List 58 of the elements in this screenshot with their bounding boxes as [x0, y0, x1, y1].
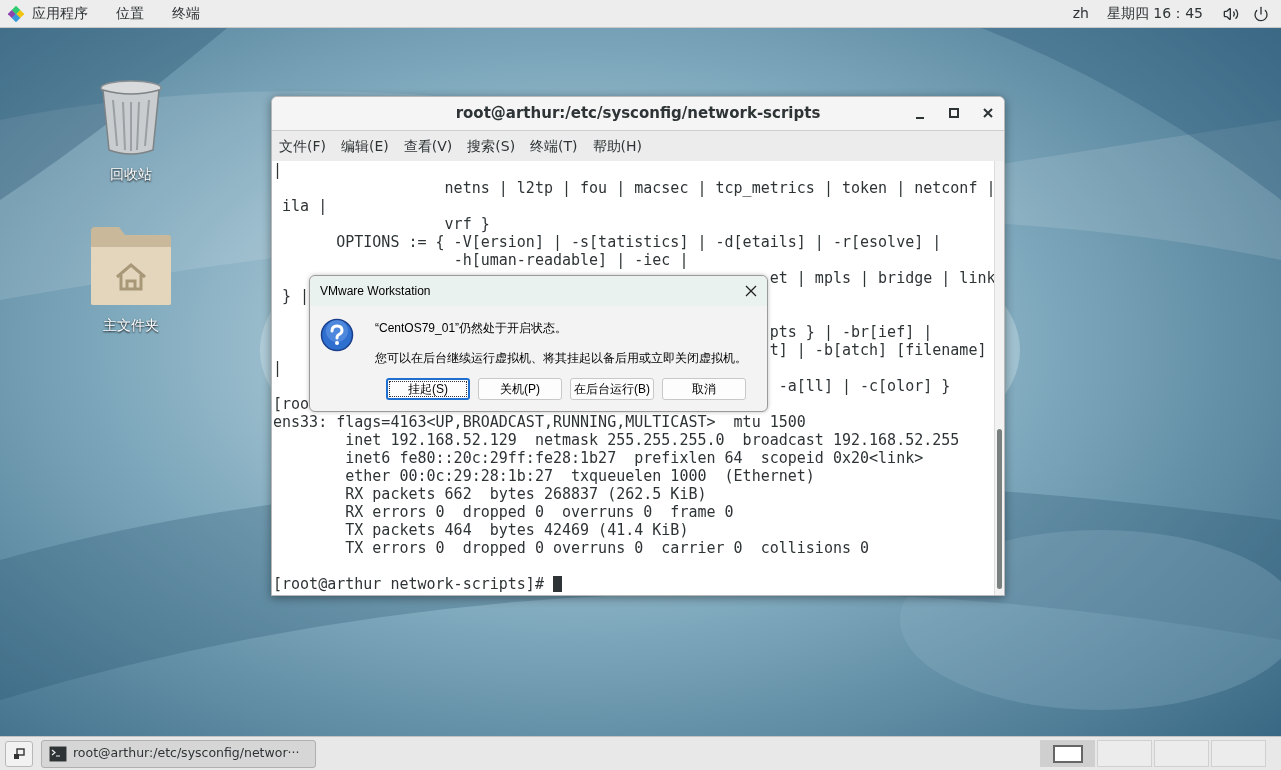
dialog-message: “CentOS79_01”仍然处于开启状态。 — [375, 320, 569, 337]
terminal-line: pts } | -br[ief] | — [769, 323, 933, 341]
close-icon[interactable] — [982, 106, 994, 120]
window-thumbnail — [1052, 744, 1083, 763]
dialog-button[interactable]: 在后台运行(B) — [570, 378, 654, 400]
trash-can-icon — [99, 80, 163, 156]
windows-icon — [13, 747, 25, 760]
terminal-line: t] | -b[atch] [filename] — [769, 341, 987, 359]
home-folder-icon — [89, 225, 173, 307]
top-menu[interactable]: 应用程序 — [32, 3, 88, 24]
dialog-button[interactable]: 取消 — [662, 378, 746, 400]
cursor-icon — [552, 576, 562, 592]
close-icon[interactable] — [745, 285, 757, 297]
terminal-line: | — [273, 359, 283, 377]
terminal-line: } | — [282, 287, 310, 305]
terminal-line: inet 192.168.52.129 netmask 255.255.255.0 broadcast 192.168.52.255 — [345, 431, 960, 449]
menu-item[interactable]: 文件(F) — [279, 135, 326, 157]
window-title: root@arthur:/etc/sysconfig/network-scripts — [455, 103, 821, 125]
terminal-line: -a[ll] | -c[olor] } — [778, 377, 951, 395]
scrollbar-thumb[interactable] — [997, 429, 1002, 589]
top-menu[interactable]: 终端 — [172, 3, 200, 24]
terminal-line: OPTIONS := { -V[ersion] | -s[tatistics] | -d[etails] | -r[esolve] | — [336, 233, 942, 251]
terminal-line: netns | l2tp | fou | macsec | tcp_metrics | token | netconf | — [444, 179, 994, 197]
dialog-title: VMware Workstation — [320, 283, 431, 300]
dialog-detail: 您可以在后台继续运行虚拟机、将其挂起以备后用或立即关闭虚拟机。 — [375, 350, 747, 367]
terminal-line: ens33: flags=4163<UP,BROADCAST,RUNNING,MULTICAST> mtu 1500 — [273, 413, 806, 431]
terminal-line: inet6 fe80::20c:29ff:fe28:1b27 prefixlen 64 scopeid 0x20<link> — [345, 449, 924, 467]
dialog-button[interactable]: 关机(P) — [478, 378, 562, 400]
terminal-line: ether 00:0c:29:28:1b:27 txqueuelen 1000 (Ethernet) — [345, 467, 815, 485]
shell-prompt: [root@arthur network-scripts]# — [273, 575, 545, 593]
terminal-line: [roo — [273, 395, 310, 413]
terminal-line: | — [273, 161, 283, 179]
terminal-line: RX errors 0 dropped 0 overruns 0 frame 0 — [345, 503, 734, 521]
menu-item[interactable]: 搜索(S) — [467, 135, 516, 157]
terminal-line: TX errors 0 dropped 0 overruns 0 carrier 0 collisions 0 — [345, 539, 870, 557]
question-icon — [320, 318, 354, 352]
show-desktop-button[interactable] — [5, 740, 33, 767]
terminal-line: vrf } — [444, 215, 490, 233]
terminal-line: RX packets 662 bytes 268837 (262.5 KiB) — [345, 485, 707, 503]
menu-item[interactable]: 帮助(H) — [592, 135, 643, 157]
keyboard-layout[interactable]: zh — [1072, 3, 1089, 24]
clock[interactable]: 星期四 16：45 — [1106, 3, 1203, 24]
task-button[interactable]: root@arthur:/etc/sysconfig/networ··· — [41, 739, 316, 768]
dialog-button[interactable]: 挂起(S) — [386, 378, 470, 400]
workspace[interactable] — [1040, 740, 1095, 767]
top-menu[interactable]: 位置 — [116, 3, 144, 24]
terminal-icon — [49, 745, 67, 762]
menu-item[interactable]: 查看(V) — [403, 135, 453, 157]
volume-icon[interactable] — [1223, 5, 1239, 22]
scrollbar[interactable] — [994, 161, 1004, 595]
maximize-icon[interactable] — [948, 106, 960, 120]
terminal-line: TX packets 464 bytes 42469 (41.4 KiB) — [345, 521, 689, 539]
power-icon[interactable] — [1253, 5, 1269, 22]
menu-item[interactable]: 终端(T) — [530, 135, 578, 157]
menu-item[interactable]: 编辑(E) — [341, 135, 389, 157]
terminal-line: -h[uman-readable] | -iec | — [453, 251, 689, 269]
terminal-line: ila | — [282, 197, 328, 215]
apps-logo-icon — [8, 5, 24, 22]
